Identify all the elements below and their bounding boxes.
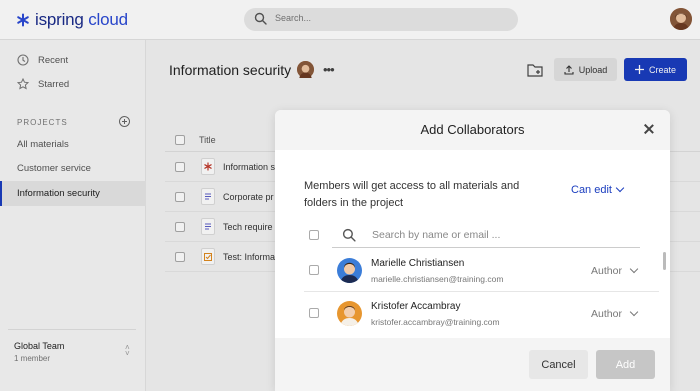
member-name: Kristofer Accambray bbox=[371, 301, 461, 312]
member-row[interactable]: Kristofer Accambray kristofer.accambray@… bbox=[275, 292, 658, 336]
avatar bbox=[337, 301, 362, 326]
add-button[interactable]: Add bbox=[596, 350, 655, 379]
role-label: Author bbox=[591, 308, 622, 320]
member-email: marielle.christiansen@training.com bbox=[371, 274, 504, 284]
avatar bbox=[337, 258, 362, 283]
chevron-down-icon bbox=[629, 307, 639, 317]
avatar-photo bbox=[337, 258, 362, 283]
chevron-down-icon bbox=[629, 264, 639, 274]
dialog-header: Add Collaborators bbox=[275, 110, 670, 150]
search-icon bbox=[342, 228, 356, 242]
cancel-button[interactable]: Cancel bbox=[529, 350, 588, 379]
permission-dropdown[interactable]: Can edit bbox=[571, 183, 625, 196]
member-row[interactable]: Marielle Christiansen marielle.christian… bbox=[275, 249, 658, 293]
member-checkbox[interactable] bbox=[309, 265, 319, 275]
member-email: kristofer.accambray@training.com bbox=[371, 317, 500, 327]
member-name: Marielle Christiansen bbox=[371, 258, 465, 269]
member-search-input[interactable]: Search by name or email ... bbox=[332, 223, 640, 248]
role-dropdown[interactable]: Author bbox=[591, 264, 639, 277]
dialog-description: Members will get access to all materials… bbox=[304, 180, 520, 209]
permission-label: Can edit bbox=[571, 184, 612, 196]
member-checkbox[interactable] bbox=[309, 308, 319, 318]
search-placeholder: Search by name or email ... bbox=[372, 229, 501, 241]
members-scrollbar[interactable] bbox=[663, 252, 666, 270]
chevron-down-icon bbox=[615, 183, 625, 193]
avatar-photo bbox=[337, 301, 362, 326]
close-icon[interactable] bbox=[642, 122, 656, 136]
role-dropdown[interactable]: Author bbox=[591, 307, 639, 320]
dialog-title: Add Collaborators bbox=[420, 122, 525, 137]
select-all-members-checkbox[interactable] bbox=[309, 230, 319, 240]
add-collaborators-dialog: Add Collaborators Members will get acces… bbox=[275, 110, 670, 391]
role-label: Author bbox=[591, 265, 622, 277]
